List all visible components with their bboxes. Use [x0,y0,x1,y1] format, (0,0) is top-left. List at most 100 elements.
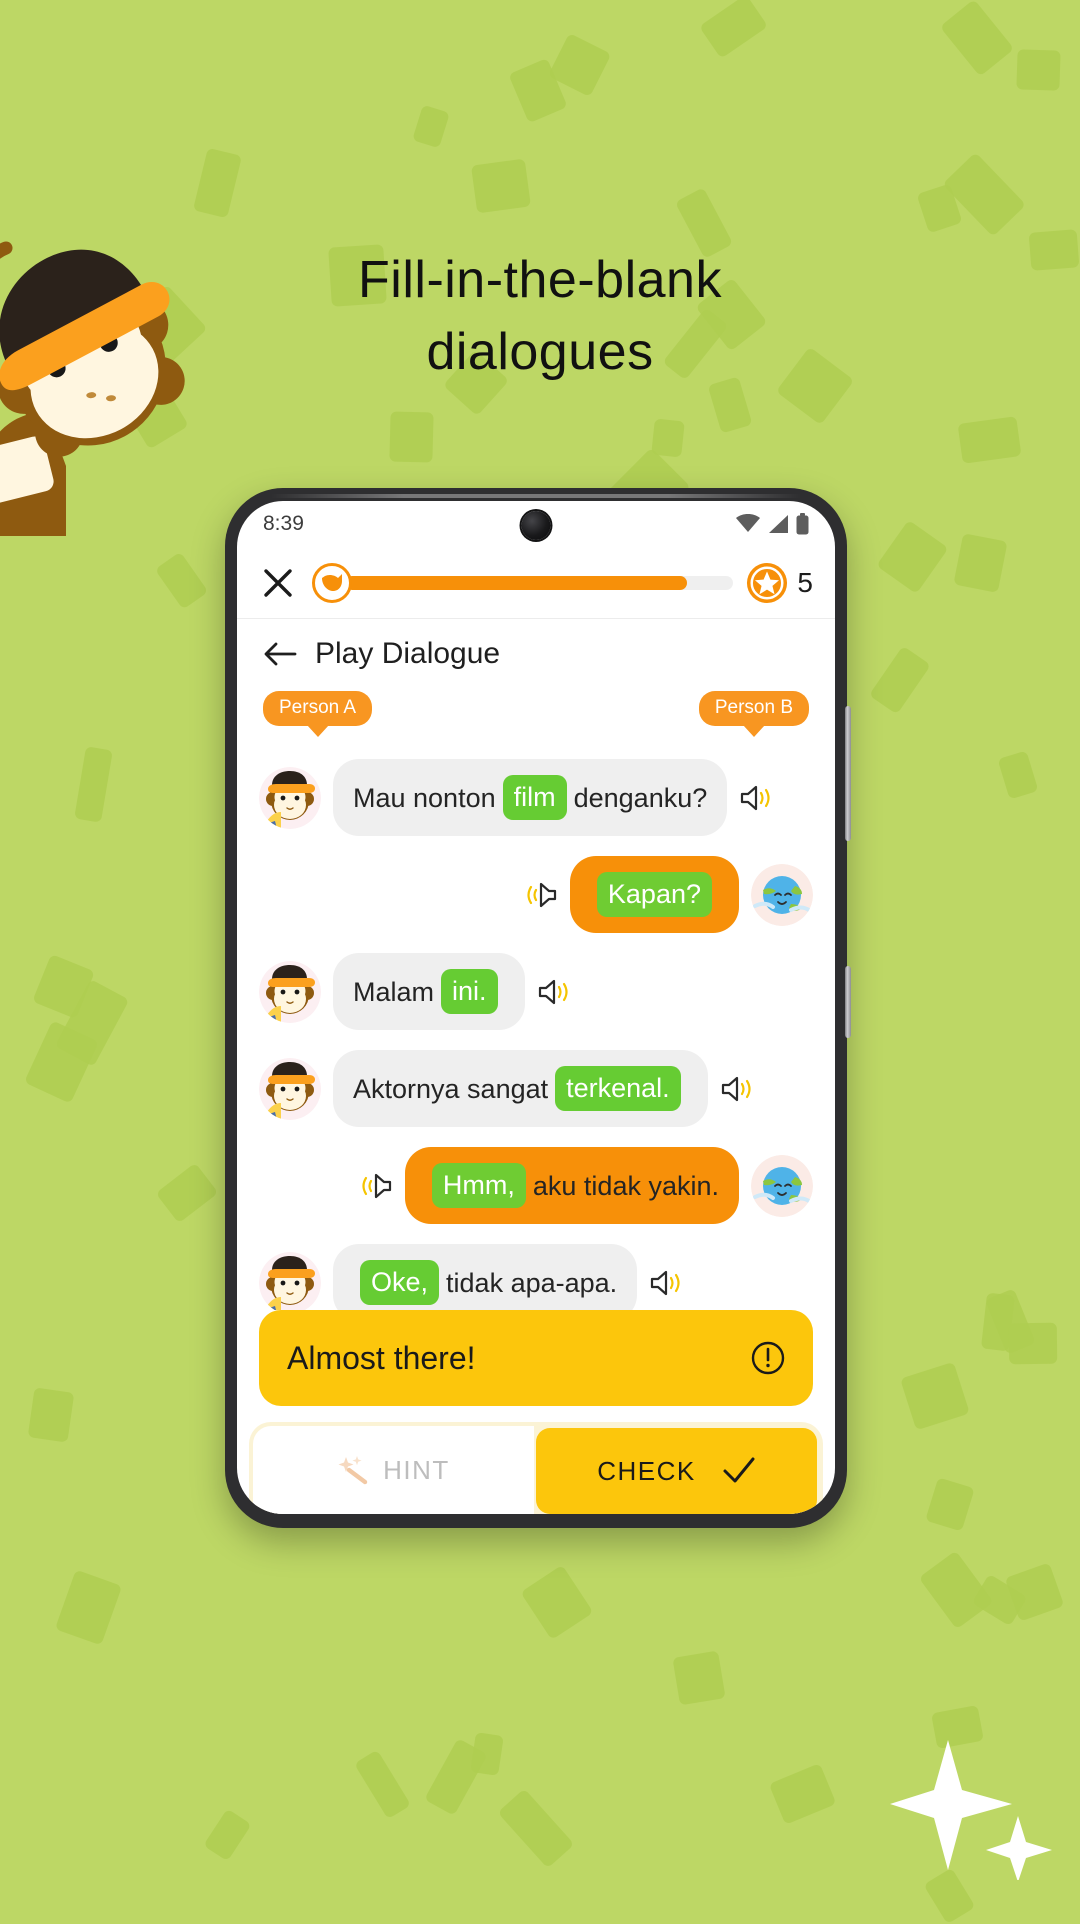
action-bar: HINT CHECK [249,1422,823,1514]
dialogue-bubble[interactable]: Oke, tidak apa-apa. [333,1244,638,1310]
monkey-avatar [259,766,321,829]
status-time: 8:39 [263,512,304,535]
confetti-shape [55,1569,123,1646]
confetti-shape [154,551,209,610]
header-title: Play Dialogue [315,637,501,670]
hint-label: HINT [383,1454,450,1485]
bird-badge-icon [312,562,352,603]
progress-bar [312,562,734,604]
dialogue-row: Hmm, aku tidak yakin. [259,1147,813,1224]
globe-avatar [751,863,813,926]
speaker-icon-mirrored[interactable] [357,1171,393,1201]
confetti-shape [508,57,569,124]
confetti-shape [520,1564,594,1640]
confetti-shape [942,151,1027,237]
screen-header: Play Dialogue [237,619,835,689]
phone-mockup: 8:39 5 Play Dialogue Person A Person B M… [225,488,851,1528]
confetti-shape [192,147,242,219]
bubble-text: tidak apa-apa. [446,1267,618,1298]
bubble-text: Mau nonton [353,782,496,813]
blank-answer-chip[interactable]: ini. [441,969,498,1014]
confetti-shape [953,533,1008,594]
monkey-avatar [259,1057,321,1120]
dialogue-row: Malam ini. [259,953,813,1030]
bubble-text: aku tidak yakin. [532,1170,719,1201]
speaker-icon[interactable] [537,977,573,1007]
checkmark-icon [723,1457,755,1483]
confetti-shape [23,1020,99,1104]
speaker-icon[interactable] [720,1074,756,1104]
blank-answer-chip[interactable]: Hmm, [431,1163,526,1208]
confetti-shape [916,183,962,234]
confetti-shape [672,1650,726,1705]
confetti-shape [547,33,612,98]
status-bar: 8:39 [237,501,835,547]
volume-button[interactable] [845,706,851,841]
bubble-text: denganku? [573,782,708,813]
monkey-mascot [0,241,185,536]
speaker-icon[interactable] [649,1268,685,1298]
confetti-shape [1004,1562,1065,1622]
dialogue-row: Kapan? [259,856,813,933]
confetti-shape [470,158,531,214]
dialogue-bubble[interactable]: Malam ini. [333,953,525,1030]
status-icons [736,513,809,535]
confetti-shape [469,1731,504,1776]
confetti-shape [971,1573,1029,1627]
sparkle-stars [890,1740,1052,1880]
cellular-signal-icon [769,515,788,533]
blank-answer-chip[interactable]: film [502,775,567,820]
phone-screen: 8:39 5 Play Dialogue Person A Person B M… [237,501,835,1514]
confetti-shape [869,645,931,714]
progress-fill [345,575,687,590]
confetti-shape [389,411,434,463]
dialogue-bubble[interactable]: Kapan? [569,856,739,933]
power-button[interactable] [845,966,851,1038]
blank-answer-chip[interactable]: Kapan? [596,872,712,917]
person-tags: Person A Person B [237,689,835,741]
check-button[interactable]: CHECK [536,1428,817,1514]
dialogue-list: Mau nonton film denganku? Kapan? Malam i… [237,741,835,1310]
dialogue-row: Oke, tidak apa-apa. [259,1244,813,1310]
confetti-shape [925,1476,975,1531]
dialogue-row: Mau nonton film denganku? [259,759,813,836]
close-icon [264,568,292,597]
dialogue-bubble[interactable]: Aktornya sangat terkenal. [333,1050,708,1127]
confetti-shape [651,418,685,458]
speaker-icon[interactable] [739,783,775,813]
confetti-shape [985,1287,1037,1355]
confetti-shape [875,520,949,594]
confetti-shape [769,1762,837,1825]
front-camera-icon [521,511,551,540]
progress-track [345,575,734,590]
feedback-banner: Almost there! [259,1310,813,1406]
dialogue-bubble[interactable]: Mau nonton film denganku? [333,759,728,836]
dialogue-row: Aktornya sangat terkenal. [259,1050,813,1127]
confetti-shape [27,1387,75,1443]
blank-answer-chip[interactable]: Oke, [360,1260,440,1305]
star-coin-icon [747,562,788,603]
confetti-shape [1008,1322,1058,1365]
exclamation-circle-icon[interactable] [751,1341,785,1375]
blank-answer-chip[interactable]: terkenal. [555,1066,681,1111]
confetti-shape [353,1749,411,1819]
dialogue-bubble[interactable]: Hmm, aku tidak yakin. [404,1147,739,1224]
confetti-shape [156,1162,219,1224]
bubble-text: Malam [353,976,435,1007]
back-arrow-icon[interactable] [263,637,297,671]
confetti-shape [980,1292,1015,1352]
confetti-shape [919,1550,994,1629]
confetti-shape [203,1808,252,1861]
check-label: CHECK [597,1455,696,1486]
confetti-shape [900,1362,971,1431]
hint-button[interactable]: HINT [253,1426,534,1514]
speaker-icon-mirrored[interactable] [522,880,558,910]
confetti-shape [940,0,1015,77]
confetti-shape [497,1789,575,1869]
person-a-tag: Person A [263,691,373,726]
confetti-shape [1016,49,1062,91]
magic-sparkle-icon [338,1456,368,1485]
coin-counter[interactable]: 5 [746,562,813,604]
person-b-tag: Person B [698,691,809,726]
close-button[interactable] [257,562,299,604]
